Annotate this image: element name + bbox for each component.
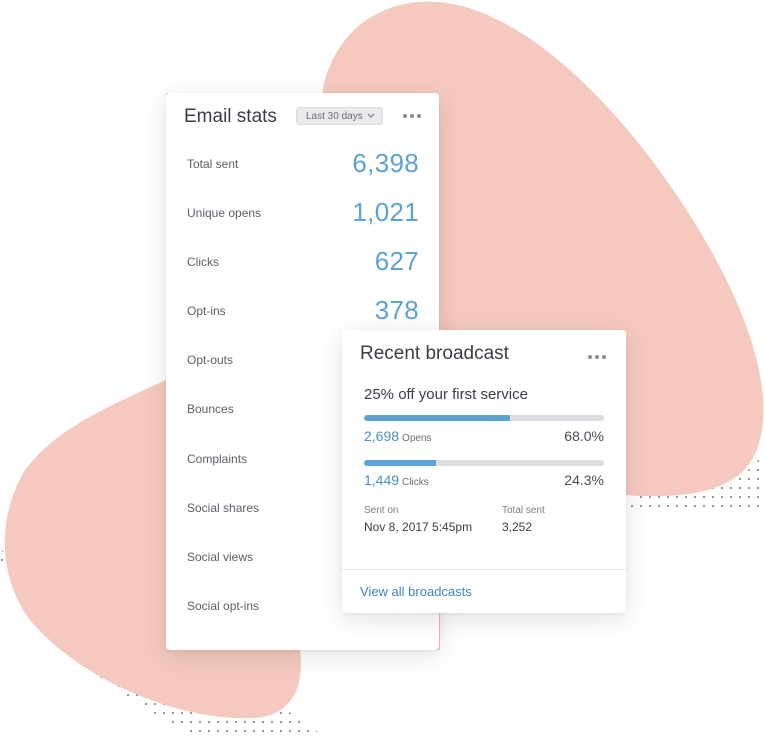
stat-row-total-sent: Total sent 6,398	[187, 144, 419, 184]
stat-label: Clicks	[187, 255, 219, 269]
recent-broadcast-title: Recent broadcast	[360, 343, 509, 364]
sent-on-label: Sent on	[364, 505, 399, 516]
stat-label: Social shares	[187, 501, 260, 515]
opens-metric: 2,698 Opens 68.0%	[364, 428, 604, 448]
stat-value: 378	[374, 295, 419, 325]
stat-value: 1,021	[352, 197, 419, 227]
opens-percent: 68.0%	[564, 428, 604, 444]
stat-label: Total sent	[187, 157, 239, 171]
stat-label: Unique opens	[187, 206, 262, 220]
stat-value: 6,398	[352, 148, 419, 178]
broadcast-subject: 25% off your first service	[364, 386, 528, 403]
stat-label: Opt-outs	[187, 353, 234, 367]
opens-progress-bar	[364, 415, 604, 421]
date-range-select[interactable]: Last 30 days	[296, 107, 383, 125]
chevron-down-icon	[367, 113, 375, 118]
more-options-icon[interactable]	[588, 352, 606, 362]
stat-label: Opt-ins	[187, 304, 226, 318]
total-sent-value: 3,252	[502, 520, 533, 534]
recent-broadcast-card: Recent broadcast 25% off your first serv…	[342, 330, 626, 613]
stat-label: Complaints	[187, 452, 248, 466]
email-stats-title: Email stats	[184, 106, 277, 127]
sent-on-value: Nov 8, 2017 5:45pm	[364, 520, 473, 534]
clicks-percent: 24.3%	[564, 472, 604, 488]
more-options-icon[interactable]	[403, 111, 421, 121]
divider	[342, 569, 626, 570]
total-sent-label: Total sent	[502, 505, 545, 516]
clicks-count: 1,449	[364, 472, 400, 488]
stat-value: 627	[374, 246, 419, 276]
clicks-progress-bar	[364, 460, 604, 466]
clicks-unit: Clicks	[402, 477, 429, 488]
email-stats-header: Email stats Last 30 days	[184, 105, 423, 135]
date-range-value: Last 30 days	[306, 111, 363, 122]
stat-row-unique-opens: Unique opens 1,021	[187, 193, 419, 233]
stat-row-opt-ins: Opt-ins 378	[187, 291, 419, 331]
stat-label: Social views	[187, 550, 254, 564]
opens-progress-fill	[364, 415, 511, 421]
clicks-metric: 1,449 Clicks 24.3%	[364, 472, 604, 492]
clicks-progress-fill	[364, 460, 436, 466]
opens-count: 2,698	[364, 428, 400, 444]
stat-label: Bounces	[187, 402, 234, 416]
stat-label: Social opt-ins	[187, 599, 260, 613]
stat-row-clicks: Clicks 627	[187, 242, 419, 282]
opens-unit: Opens	[402, 433, 432, 444]
view-all-broadcasts-link[interactable]: View all broadcasts	[360, 584, 472, 599]
